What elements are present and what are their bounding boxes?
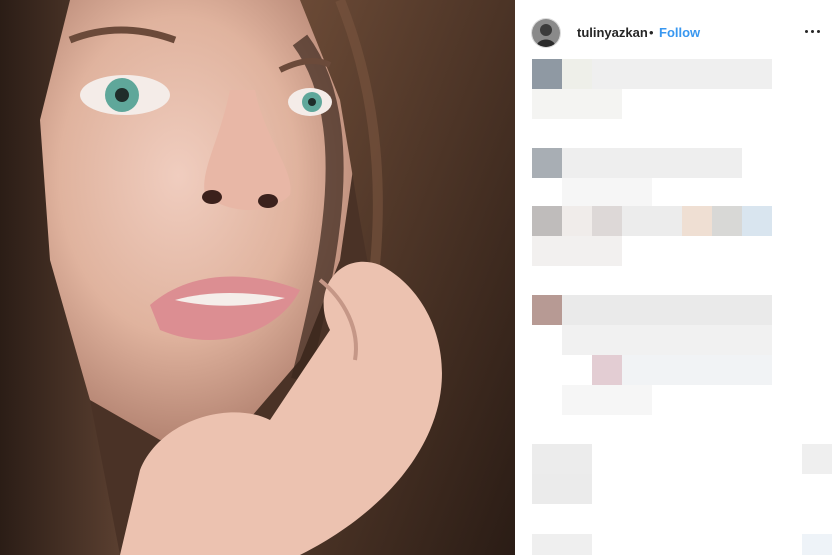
username-link[interactable]: tulinyazkan bbox=[577, 25, 648, 40]
post-photo-image bbox=[0, 0, 515, 555]
post-sidebar: tulinyazkan • Follow bbox=[515, 0, 834, 555]
more-horizontal-icon[interactable] bbox=[801, 20, 823, 42]
post-photo[interactable] bbox=[0, 0, 515, 555]
separator-dot: • bbox=[649, 25, 654, 40]
avatar[interactable] bbox=[531, 18, 561, 48]
comments-blurred bbox=[515, 56, 834, 555]
follow-button[interactable]: Follow bbox=[659, 25, 700, 40]
